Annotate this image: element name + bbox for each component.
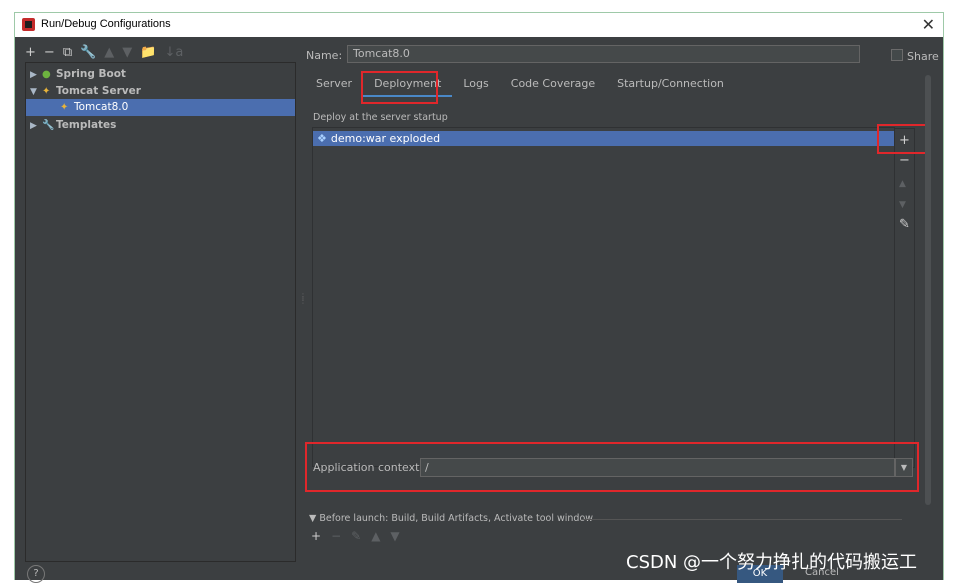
add-icon[interactable]: + — [25, 45, 36, 60]
remove-icon[interactable]: − — [899, 153, 910, 168]
tab-startup-connection[interactable]: Startup/Connection — [606, 73, 735, 97]
dialog-body: + − ⧉ 🔧 ▲ ▼ 📁 ↓a ▶ ● Spring Boot ▼ ✦ Tomcat … — [14, 37, 944, 583]
move-up-icon[interactable]: ▲ — [104, 45, 114, 60]
move-up-icon[interactable]: ▲ — [899, 179, 906, 189]
config-tree: ▶ ● Spring Boot ▼ ✦ Tomcat Server ✦ Tomcat8.0… — [25, 62, 296, 562]
tab-code-coverage[interactable]: Code Coverage — [500, 73, 606, 97]
expand-arrow-icon[interactable]: ▶ — [30, 118, 42, 135]
add-icon[interactable]: + — [899, 133, 910, 148]
tree-item-spring-boot[interactable]: ▶ ● Spring Boot — [30, 66, 126, 83]
sort-icon[interactable]: ↓a — [164, 45, 183, 60]
app-context-input[interactable]: / — [420, 458, 895, 477]
copy-icon[interactable]: ⧉ — [63, 45, 72, 60]
name-label: Name: — [306, 49, 343, 62]
window-title: Run/Debug Configurations — [41, 18, 171, 30]
share-checkbox[interactable]: Share — [891, 49, 939, 63]
name-input[interactable]: Tomcat8.0 — [347, 45, 860, 63]
tree-item-tomcat8[interactable]: ✦ Tomcat8.0 — [26, 99, 295, 116]
expand-arrow-icon[interactable]: ▶ — [30, 67, 42, 84]
scrollbar[interactable] — [925, 75, 931, 505]
close-icon[interactable]: ✕ — [922, 15, 935, 34]
wrench-icon: 🔧 — [42, 120, 55, 131]
remove-icon[interactable]: − — [44, 45, 55, 60]
pencil-icon[interactable]: ✎ — [899, 217, 910, 232]
tree-item-templates[interactable]: ▶ 🔧 Templates — [30, 117, 116, 134]
chevron-down-icon[interactable]: ▼ — [895, 458, 913, 477]
watermark: CSDN @一个努力挣扎的代码搬运工 — [626, 552, 918, 573]
before-launch-header[interactable]: ▼ Before launch: Build, Build Artifacts,… — [309, 513, 593, 524]
checkbox-icon[interactable] — [891, 49, 903, 61]
move-up-icon[interactable]: ▲ — [371, 529, 380, 543]
deploy-list: ❖ demo:war exploded — [312, 127, 895, 467]
remove-icon[interactable]: − — [331, 529, 341, 543]
tree-toolbar: + − ⧉ 🔧 ▲ ▼ 📁 ↓a — [25, 43, 183, 61]
artifact-icon: ❖ — [317, 132, 327, 145]
move-down-icon[interactable]: ▼ — [899, 200, 906, 210]
move-down-icon[interactable]: ▼ — [390, 529, 399, 543]
divider — [582, 519, 902, 520]
move-down-icon[interactable]: ▼ — [122, 45, 132, 60]
add-icon[interactable]: + — [311, 529, 321, 543]
list-item[interactable]: ❖ demo:war exploded — [313, 131, 894, 146]
before-launch-toolbar: + − ✎ ▲ ▼ — [311, 529, 400, 543]
spring-boot-icon: ● — [42, 69, 51, 80]
tree-item-tomcat-server[interactable]: ▼ ✦ Tomcat Server — [30, 83, 141, 100]
tab-deployment[interactable]: Deployment — [363, 73, 453, 97]
expand-arrow-icon[interactable]: ▼ — [309, 513, 316, 524]
help-icon[interactable]: ? — [27, 565, 45, 583]
folder-icon[interactable]: 📁 — [140, 45, 156, 60]
pencil-icon[interactable]: ✎ — [351, 529, 361, 543]
deploy-side-toolbar: + − ▲ ▼ ✎ — [895, 128, 915, 468]
tab-logs[interactable]: Logs — [452, 73, 499, 97]
tomcat-icon: ✦ — [42, 86, 51, 97]
deploy-header: Deploy at the server startup — [313, 112, 448, 123]
wrench-icon[interactable]: 🔧 — [80, 45, 96, 60]
tomcat-icon: ✦ — [60, 102, 69, 113]
title-bar: Run/Debug Configurations ✕ — [14, 12, 944, 37]
splitter-handle[interactable]: ⋮ ⋮ — [299, 293, 307, 305]
app-icon — [22, 18, 35, 31]
tab-server[interactable]: Server — [305, 73, 363, 97]
tab-bar: Server Deployment Logs Code Coverage Sta… — [305, 73, 735, 97]
app-context-label: Application context: — [313, 461, 424, 474]
